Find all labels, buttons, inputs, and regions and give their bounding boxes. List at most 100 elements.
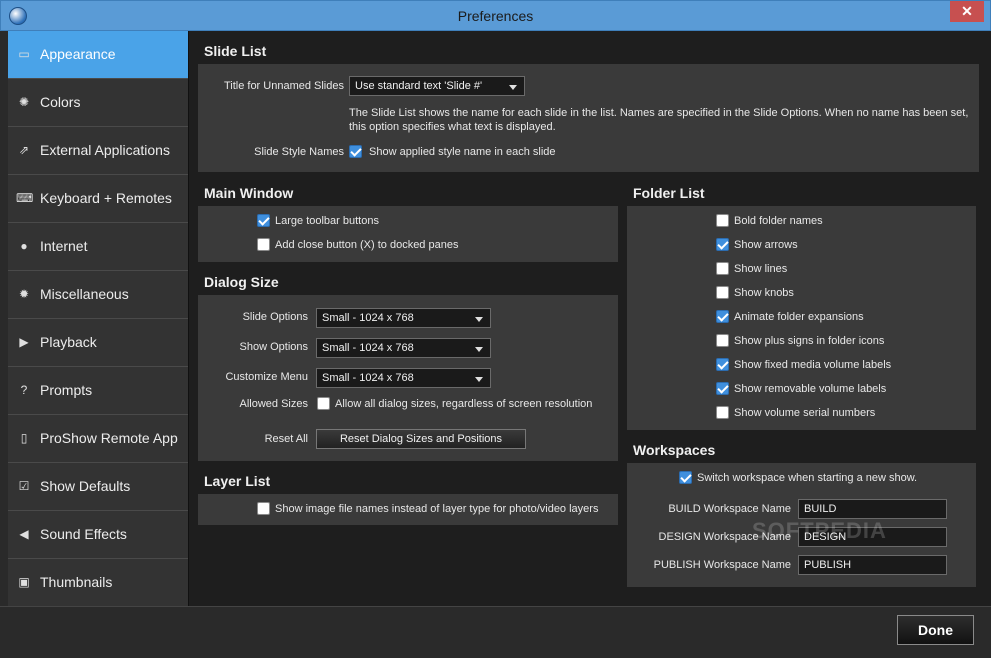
build-workspace-label: BUILD Workspace Name — [668, 503, 791, 515]
reset-dialog-sizes-button[interactable]: Reset Dialog Sizes and Positions — [316, 429, 526, 449]
sidebar-item-label: Keyboard + Remotes — [40, 190, 172, 206]
folder-option-label: Show lines — [734, 263, 788, 275]
large-toolbar-checkbox[interactable] — [257, 214, 270, 227]
folder-option-label: Show plus signs in folder icons — [734, 335, 885, 347]
sidebar-item-label: Colors — [40, 94, 81, 110]
slide-options-select[interactable]: Small - 1024 x 768 — [316, 308, 491, 328]
checkbox-icon: ☑ — [18, 479, 30, 493]
thumbnails-icon: ▣ — [18, 575, 30, 589]
build-workspace-input[interactable]: BUILD — [798, 499, 947, 519]
publish-workspace-input[interactable]: PUBLISH — [798, 555, 947, 575]
allowed-sizes-option: Allow all dialog sizes, regardless of sc… — [335, 398, 593, 410]
fixed-media-labels-checkbox[interactable] — [716, 358, 729, 371]
sidebar-item-proshow-remote-app[interactable]: ▯ ProShow Remote App — [8, 415, 188, 463]
slide-options-label: Slide Options — [242, 311, 308, 323]
sidebar-item-sound-effects[interactable]: ◀ Sound Effects — [8, 511, 188, 559]
chevron-down-icon — [475, 377, 483, 382]
bold-folder-names-checkbox[interactable] — [716, 214, 729, 227]
watermark: SOFTPEDIA — [752, 518, 887, 543]
slide-list-panel: Title for Unnamed Slides Use standard te… — [198, 64, 979, 172]
sidebar-item-colors[interactable]: ✺ Colors — [8, 79, 188, 127]
question-icon: ? — [20, 383, 28, 397]
sidebar-item-internet[interactable]: ● Internet — [8, 223, 188, 271]
show-options-label: Show Options — [239, 341, 308, 353]
unnamed-slides-select[interactable]: Use standard text 'Slide #' — [349, 76, 525, 96]
close-window-button[interactable]: ✕ — [950, 1, 984, 22]
sidebar-item-label: Show Defaults — [40, 478, 131, 494]
folder-option-label: Show fixed media volume labels — [734, 359, 892, 371]
publish-workspace-label: PUBLISH Workspace Name — [653, 559, 791, 571]
sidebar-item-prompts[interactable]: ? Prompts — [8, 367, 188, 415]
sidebar-item-label: Playback — [40, 334, 97, 350]
appearance-icon: ▭ — [18, 47, 30, 61]
done-button[interactable]: Done — [897, 615, 974, 645]
gear-icon: ✹ — [18, 287, 30, 301]
serial-numbers-checkbox[interactable] — [716, 406, 729, 419]
dialog-size-panel: Slide Options Small - 1024 x 768 Show Op… — [198, 295, 618, 461]
chevron-down-icon — [509, 85, 517, 90]
folder-option-label: Bold folder names — [734, 215, 823, 227]
footer-bar — [0, 606, 991, 658]
close-button-checkbox[interactable] — [257, 238, 270, 251]
show-options-select[interactable]: Small - 1024 x 768 — [316, 338, 491, 358]
sidebar-item-label: ProShow Remote App — [40, 430, 178, 446]
layer-list-panel: Show image file names instead of layer t… — [198, 494, 618, 525]
sidebar-item-label: Miscellaneous — [40, 286, 129, 302]
sidebar-item-keyboard-remotes[interactable]: ⌨ Keyboard + Remotes — [8, 175, 188, 223]
slide-style-names-label: Slide Style Names — [254, 146, 344, 158]
colors-icon: ✺ — [18, 95, 30, 109]
slide-list-description: The Slide List shows the name for each s… — [349, 107, 969, 133]
folder-list-panel: Bold folder names Show arrows Show lines… — [627, 206, 976, 430]
main-window-panel: Large toolbar buttons Add close button (… — [198, 206, 618, 262]
sidebar-item-label: Thumbnails — [40, 574, 113, 590]
folder-option-label: Show knobs — [734, 287, 794, 299]
sidebar-item-label: External Applications — [40, 142, 170, 158]
sidebar-item-playback[interactable]: ▶ Playback — [8, 319, 188, 367]
plus-signs-checkbox[interactable] — [716, 334, 729, 347]
remote-icon: ▯ — [20, 431, 28, 445]
large-toolbar-label: Large toolbar buttons — [275, 215, 379, 227]
switch-workspace-checkbox[interactable] — [679, 471, 692, 484]
sidebar-item-miscellaneous[interactable]: ✹ Miscellaneous — [8, 271, 188, 319]
sidebar-item-external-applications[interactable]: ⇗ External Applications — [8, 127, 188, 175]
dialog-size-title: Dialog Size — [204, 274, 279, 290]
sidebar-item-label: Prompts — [40, 382, 93, 398]
switch-workspace-label: Switch workspace when starting a new sho… — [697, 472, 918, 484]
slide-style-names-checkbox[interactable] — [349, 145, 362, 158]
layer-file-names-checkbox[interactable] — [257, 502, 270, 515]
globe-icon: ● — [20, 239, 28, 253]
show-knobs-checkbox[interactable] — [716, 286, 729, 299]
customize-menu-select[interactable]: Small - 1024 x 768 — [316, 368, 491, 388]
unnamed-slides-label: Title for Unnamed Slides — [223, 80, 344, 92]
play-icon: ▶ — [19, 335, 29, 349]
customize-menu-label: Customize Menu — [225, 371, 308, 383]
folder-option-label: Animate folder expansions — [734, 311, 864, 323]
main-window-title: Main Window — [204, 185, 294, 201]
folder-option-label: Show arrows — [734, 239, 798, 251]
slide-style-names-option: Show applied style name in each slide — [369, 146, 556, 158]
layer-file-names-label: Show image file names instead of layer t… — [275, 503, 599, 515]
layer-list-title: Layer List — [204, 473, 271, 489]
window-title: Preferences — [457, 8, 534, 24]
sidebar-item-appearance[interactable]: ▭ Appearance — [8, 31, 188, 79]
slide-list-title: Slide List — [204, 43, 267, 59]
close-button-label: Add close button (X) to docked panes — [275, 239, 459, 251]
chevron-down-icon — [475, 317, 483, 322]
sidebar-item-thumbnails[interactable]: ▣ Thumbnails — [8, 559, 188, 607]
allowed-sizes-label: Allowed Sizes — [239, 398, 308, 410]
speaker-icon: ◀ — [19, 527, 29, 541]
sidebar-item-label: Appearance — [40, 46, 116, 62]
animate-expansions-checkbox[interactable] — [716, 310, 729, 323]
sidebar: ▭ Appearance ✺ Colors ⇗ External Applicatio… — [8, 31, 188, 607]
sidebar-item-show-defaults[interactable]: ☑ Show Defaults — [8, 463, 188, 511]
folder-option-label: Show volume serial numbers — [734, 407, 876, 419]
show-arrows-checkbox[interactable] — [716, 238, 729, 251]
show-lines-checkbox[interactable] — [716, 262, 729, 275]
removable-labels-checkbox[interactable] — [716, 382, 729, 395]
keyboard-icon: ⌨ — [16, 191, 34, 205]
chevron-down-icon — [475, 347, 483, 352]
sidebar-item-label: Internet — [40, 238, 88, 254]
allowed-sizes-checkbox[interactable] — [317, 397, 330, 410]
sidebar-item-label: Sound Effects — [40, 526, 127, 542]
external-apps-icon: ⇗ — [18, 143, 30, 157]
